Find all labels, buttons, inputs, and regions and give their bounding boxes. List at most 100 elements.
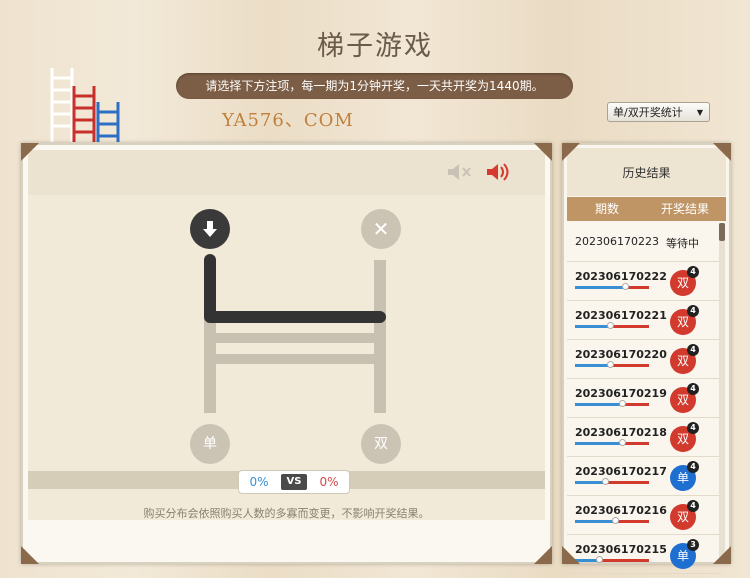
col-result: 开奖结果 (661, 202, 710, 216)
history-panel: 历史结果 期数 开奖结果 202306170223 等待中 2023061702… (562, 143, 731, 574)
result-label: 单 (676, 549, 689, 563)
result-number: 3 (687, 539, 699, 551)
history-row: 202306170215 单 3 (567, 535, 719, 574)
history-row: 202306170221 双 4 (567, 301, 719, 340)
corner-ornament (21, 143, 39, 161)
result-number: 4 (687, 383, 699, 395)
distribution-knob (611, 517, 619, 524)
start-right-button[interactable]: ✕ (361, 209, 401, 249)
result-badge: 双4 (670, 305, 699, 335)
distribution-bar (575, 556, 649, 563)
distribution-knob (618, 400, 626, 407)
odd-share-fill (575, 325, 610, 328)
col-period: 期数 (595, 202, 620, 216)
pending-status: 等待中 (666, 237, 699, 250)
stats-dropdown[interactable]: 单/双开奖统计 ▼ (607, 102, 710, 122)
result-label: 双 (676, 432, 689, 446)
result-number: 4 (687, 422, 699, 434)
ladder-logo (50, 68, 120, 142)
history-header: 期数 开奖结果 (567, 197, 726, 221)
period-id: 202306170220 (575, 348, 667, 361)
distribution-knob (618, 439, 626, 446)
odd-share-fill (575, 364, 610, 367)
ladder-diagram (204, 254, 386, 413)
down-arrow-icon (203, 221, 217, 237)
distribution-knob (601, 478, 609, 485)
corner-ornament (562, 546, 580, 564)
corner-ornament (562, 143, 580, 161)
scroll-thumb[interactable] (719, 223, 725, 241)
page-title: 梯子游戏 (317, 31, 433, 62)
period-id: 202306170216 (575, 504, 667, 517)
distribution-knob (595, 556, 603, 563)
history-row-pending: 202306170223 等待中 (567, 223, 719, 262)
mute-speaker-icon[interactable] (446, 162, 472, 182)
game-toolbar (28, 150, 545, 195)
result-badge: 双4 (670, 344, 699, 374)
distribution-bar (575, 283, 649, 290)
corner-ornament (713, 546, 731, 564)
odd-percent: 0% (249, 475, 269, 489)
vs-label: VS (281, 474, 307, 490)
result-number: 4 (687, 344, 699, 356)
distribution-bar (575, 322, 649, 329)
result-badge: 双4 (670, 383, 699, 413)
corner-ornament (21, 546, 39, 564)
result-label: 双 (676, 276, 689, 290)
distribution-bar (575, 517, 649, 524)
chevron-down-icon: ▼ (696, 108, 703, 117)
speaker-icon[interactable] (485, 161, 511, 183)
corner-ornament (534, 546, 552, 564)
result-badge: 双4 (670, 422, 699, 452)
period-id: 202306170215 (575, 543, 667, 556)
period-id: 202306170217 (575, 465, 667, 478)
history-title: 历史结果 (567, 148, 726, 196)
result-badge: 双4 (670, 500, 699, 530)
odd-share-fill (575, 481, 605, 484)
odd-share-fill (575, 403, 622, 406)
period-id: 202306170223 (575, 235, 659, 248)
history-row: 202306170220 双 4 (567, 340, 719, 379)
odd-share-fill (575, 286, 626, 289)
start-left-button[interactable] (190, 209, 230, 249)
result-number: 4 (687, 500, 699, 512)
result-badge: 单4 (670, 461, 699, 491)
stats-dropdown-value: 单/双开奖统计 (613, 106, 683, 119)
history-row: 202306170217 单 4 (567, 457, 719, 496)
rules-notice: 请选择下方注项，每一期为1分钟开奖，一天共开奖为1440期。 (176, 73, 573, 99)
history-row: 202306170218 双 4 (567, 418, 719, 457)
history-row: 202306170216 双 4 (567, 496, 719, 535)
result-badge: 单3 (670, 539, 699, 569)
odd-share-fill (575, 520, 615, 523)
period-id: 202306170218 (575, 426, 667, 439)
result-label: 双 (676, 510, 689, 524)
period-id: 202306170219 (575, 387, 667, 400)
history-list: 202306170223 等待中 202306170222 双 4 202306170… (567, 223, 719, 574)
corner-ornament (534, 143, 552, 161)
odd-share-fill (575, 442, 622, 445)
result-number: 4 (687, 305, 699, 317)
result-number: 4 (687, 461, 699, 473)
game-panel: ✕ 单 双 0% VS 0% 购买分布会依照购买人数的多寡而变更，不影响开奖结果… (21, 143, 552, 564)
result-number: 4 (687, 266, 699, 278)
history-row: 202306170222 双 4 (567, 262, 719, 301)
corner-ornament (713, 143, 731, 161)
distribution-knob (606, 361, 614, 368)
distribution-bar (575, 361, 649, 368)
result-label: 单 (676, 471, 689, 485)
distribution-bar (575, 400, 649, 407)
result-label: 双 (676, 354, 689, 368)
result-badge: 双4 (670, 266, 699, 296)
even-percent: 0% (319, 475, 339, 489)
end-right-button[interactable]: 双 (361, 424, 401, 464)
result-label: 双 (676, 315, 689, 329)
close-icon: ✕ (372, 217, 390, 241)
distribution-bar (575, 478, 649, 485)
distribution-knob (606, 322, 614, 329)
watermark-text: YA576、COM (222, 110, 354, 131)
result-label: 双 (676, 393, 689, 407)
result-path (204, 254, 386, 323)
end-left-button[interactable]: 单 (190, 424, 230, 464)
distribution-knob (622, 283, 630, 290)
history-scrollbar[interactable] (719, 223, 725, 557)
